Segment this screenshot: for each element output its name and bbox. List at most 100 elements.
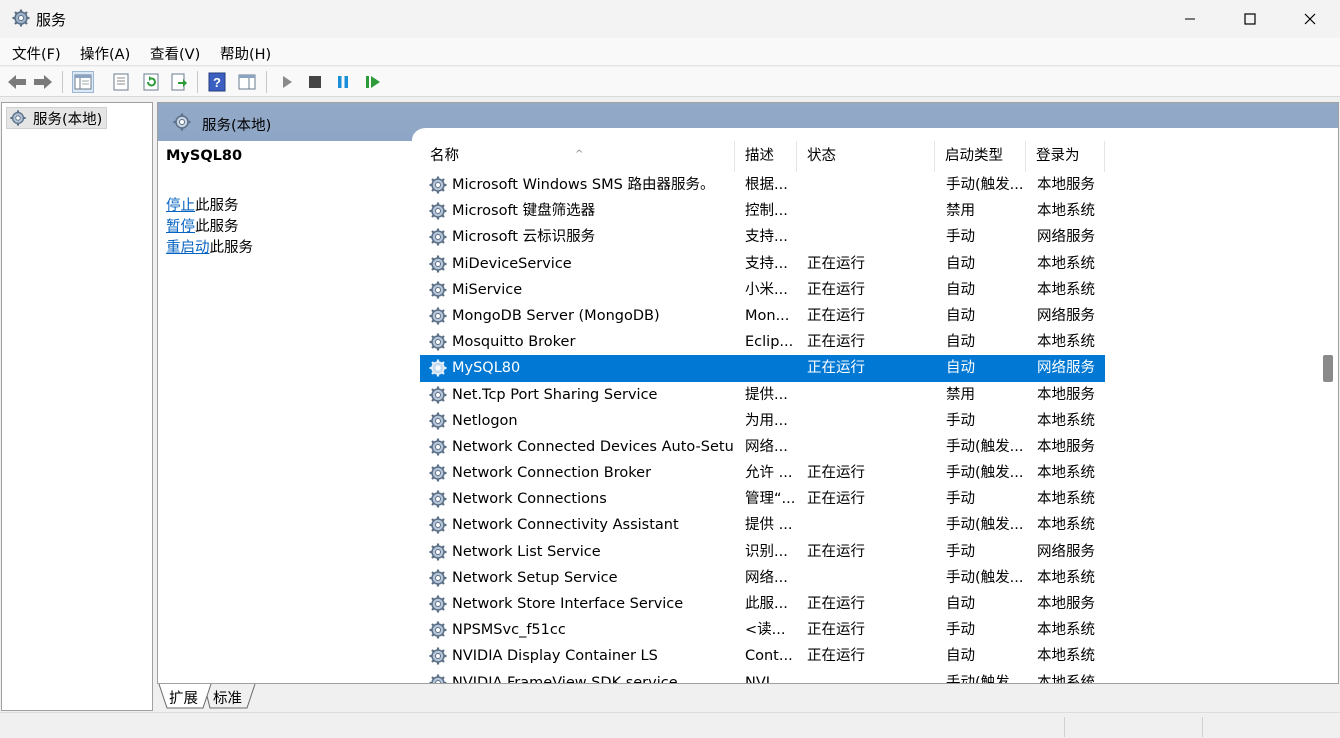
toolbar-separator [266, 71, 267, 93]
cell-status [807, 172, 932, 198]
table-row[interactable]: Network Setup Service 网络... 手动(触发... 本地系统 [420, 565, 1105, 591]
table-row[interactable]: Network Connections 管理“... 正在运行 手动 本地系统 [420, 486, 1105, 512]
table-row[interactable]: NVIDIA FrameView SDK service NVI... 手动(触发.… [420, 670, 1105, 684]
tree-item-services-local[interactable]: 服务(本地) [6, 107, 108, 129]
refresh-button[interactable] [140, 71, 162, 93]
service-gear-icon [429, 595, 447, 613]
table-row[interactable]: NVIDIA Display Container LS Cont... 正在运行 自动… [420, 643, 1105, 669]
table-row[interactable]: MiDeviceService 支持... 正在运行 自动 本地系统 [420, 251, 1105, 277]
cell-status: 正在运行 [807, 281, 865, 298]
vertical-scrollbar-thumb[interactable] [1323, 355, 1333, 382]
cell-name: NVIDIA FrameView SDK service [452, 674, 678, 684]
cell-status [807, 670, 932, 683]
cell-startup-type: 自动 [946, 648, 975, 665]
table-row[interactable]: Network Connectivity Assistant 提供 ... 手动(触… [420, 512, 1105, 538]
cell-description: Eclip... [745, 334, 794, 351]
cell-logon: 本地服务 [1037, 438, 1095, 455]
forward-button[interactable] [32, 71, 54, 93]
status-divider [1064, 717, 1065, 737]
cell-logon: 本地服务 [1037, 386, 1095, 403]
cell-description: 提供 ... [745, 517, 793, 534]
cell-status: 正在运行 [807, 491, 865, 508]
table-row[interactable]: Netlogon 为用... 手动 本地系统 [420, 408, 1105, 434]
start-service-button[interactable] [276, 71, 298, 93]
table-row[interactable]: Microsoft 云标识服务 支持... 手动 网络服务 [420, 224, 1105, 250]
table-row[interactable]: MongoDB Server (MongoDB) Mon... 正在运行 自动 网络服务 [420, 303, 1105, 329]
restart-service-button[interactable] [362, 71, 384, 93]
cell-name: NPSMSvc_f51cc [452, 622, 566, 639]
back-button[interactable] [6, 71, 28, 93]
table-row[interactable]: Network Store Interface Service 此服... 正在运行… [420, 591, 1105, 617]
cell-status [807, 512, 932, 538]
cell-logon: 本地系统 [1037, 281, 1095, 298]
cell-status: 正在运行 [807, 596, 865, 612]
service-gear-icon [429, 176, 447, 194]
table-row[interactable]: Network List Service 识别... 正在运行 手动 网络服务 [420, 539, 1105, 565]
cell-logon: 网络服务 [1037, 307, 1095, 324]
table-row[interactable]: Network Connected Devices Auto-Setup 网络..… [420, 434, 1105, 460]
stop-service-button[interactable] [304, 71, 326, 93]
show-action-pane-icon [238, 74, 256, 90]
toolbar-separator [62, 71, 63, 93]
column-header-status[interactable]: 状态 [797, 141, 935, 172]
cell-description: 网络... [745, 438, 788, 455]
column-header-description[interactable]: 描述 [735, 141, 797, 172]
menu-file[interactable]: 文件(F) [12, 43, 61, 64]
column-header-logon[interactable]: 登录为 [1026, 141, 1105, 172]
close-icon [1304, 13, 1316, 25]
export-list-button[interactable] [168, 71, 190, 93]
minimize-button[interactable] [1160, 0, 1220, 38]
show-action-pane-button[interactable] [236, 71, 258, 93]
menu-view[interactable]: 查看(V) [150, 43, 200, 64]
pause-service-link[interactable]: 暂停 [166, 219, 195, 235]
tab-extended[interactable]: 扩展 [161, 684, 206, 709]
tab-standard[interactable]: 标准 [205, 684, 250, 709]
service-gear-icon [429, 621, 447, 639]
column-header-startup-type[interactable]: 启动类型 [935, 141, 1026, 172]
cell-description: Cont... [745, 648, 793, 665]
title-bar: 服务 [0, 0, 1340, 38]
stop-service-link[interactable]: 停止 [166, 198, 195, 214]
table-row[interactable]: Net.Tcp Port Sharing Service 提供... 禁用 本地服务 [420, 382, 1105, 408]
table-row[interactable]: Microsoft Windows SMS 路由器服务。 根据... 手动(触发..… [420, 172, 1105, 198]
services-list: 名称 ^ 描述 状态 启动类型 登录为 Microsoft Windows SMS… [420, 141, 1310, 684]
table-row[interactable]: Network Connection Broker 允许 ... 正在运行 手动(触发… [420, 460, 1105, 486]
cell-description: 控制... [745, 203, 788, 220]
service-gear-icon [429, 438, 447, 456]
table-row[interactable]: Mosquitto Broker Eclip... 正在运行 自动 本地系统 [420, 329, 1105, 355]
help-button[interactable]: ? [206, 71, 228, 93]
table-row[interactable]: Microsoft 键盘筛选器 控制... 禁用 本地系统 [420, 198, 1105, 224]
action-text: 此服务 [195, 219, 239, 235]
properties-button[interactable] [110, 71, 132, 93]
service-gear-icon [429, 228, 447, 246]
show-tree-button[interactable] [72, 71, 94, 93]
cell-logon: 本地系统 [1037, 465, 1095, 482]
service-gear-icon [429, 333, 447, 351]
column-header-name[interactable]: 名称 ^ [420, 141, 735, 172]
menu-help[interactable]: 帮助(H) [220, 43, 271, 64]
table-row[interactable]: NPSMSvc_f51cc <读... 正在运行 手动 本地系统 [420, 617, 1105, 643]
cell-description: NVI... [745, 674, 784, 684]
start-service-icon [283, 76, 292, 88]
services-gear-icon [10, 110, 26, 126]
close-button[interactable] [1280, 0, 1340, 38]
maximize-button[interactable] [1220, 0, 1280, 38]
table-row[interactable]: MiService 小米... 正在运行 自动 本地系统 [420, 277, 1105, 303]
service-gear-icon [429, 281, 447, 299]
cell-status: 正在运行 [807, 465, 865, 482]
menu-action[interactable]: 操作(A) [80, 43, 130, 64]
cell-startup-type: 手动(触发... [946, 569, 1024, 586]
refresh-icon [143, 73, 159, 91]
pause-service-button[interactable] [332, 71, 354, 93]
cell-status: 正在运行 [807, 307, 865, 324]
sort-ascending-icon: ^ [575, 149, 584, 160]
restart-service-link[interactable]: 重启动 [166, 240, 210, 256]
cell-logon: 本地系统 [1037, 334, 1095, 351]
cell-logon: 本地系统 [1037, 648, 1095, 665]
cell-startup-type: 手动 [946, 622, 975, 639]
table-row[interactable]: MySQL80 正在运行 自动 网络服务 [420, 355, 1105, 382]
cell-description [745, 355, 795, 381]
toolbar: ? [0, 67, 1340, 97]
service-gear-icon [429, 386, 447, 403]
cell-status: 正在运行 [807, 255, 865, 272]
